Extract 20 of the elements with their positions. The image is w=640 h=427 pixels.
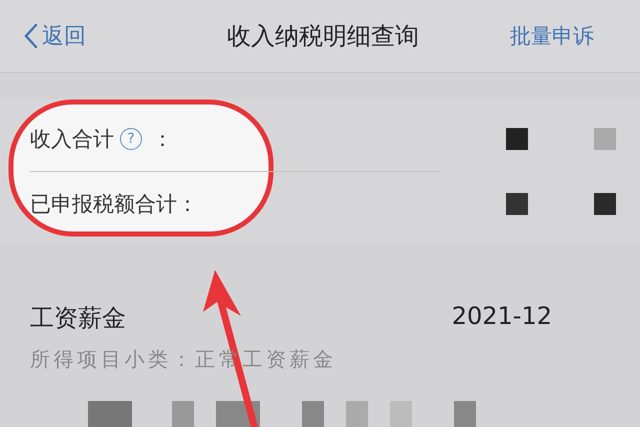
redaction-block [302,401,324,427]
redaction-block [390,401,412,427]
redaction-block [594,128,616,150]
batch-appeal-button[interactable]: 批量申诉 [510,22,594,50]
redaction-block [346,401,368,427]
redaction-block [506,193,528,215]
summary-label: ： [152,126,173,153]
redaction-block [88,401,132,427]
back-button[interactable]: 返回 [24,21,86,51]
page-title: 收入纳税明细查询 [227,21,419,52]
redaction-block [594,193,616,215]
back-chevron-icon [24,23,38,49]
redaction-block [454,401,476,427]
summary-label: 已申报税额合计： [30,191,198,218]
help-icon[interactable]: ? [120,128,142,150]
record-title: 工资薪金 [30,303,126,334]
record-date: 2021-12 [452,302,552,332]
redaction-block [172,401,194,427]
redaction-block [506,128,528,150]
summary-label: 收入合计 [30,126,114,153]
